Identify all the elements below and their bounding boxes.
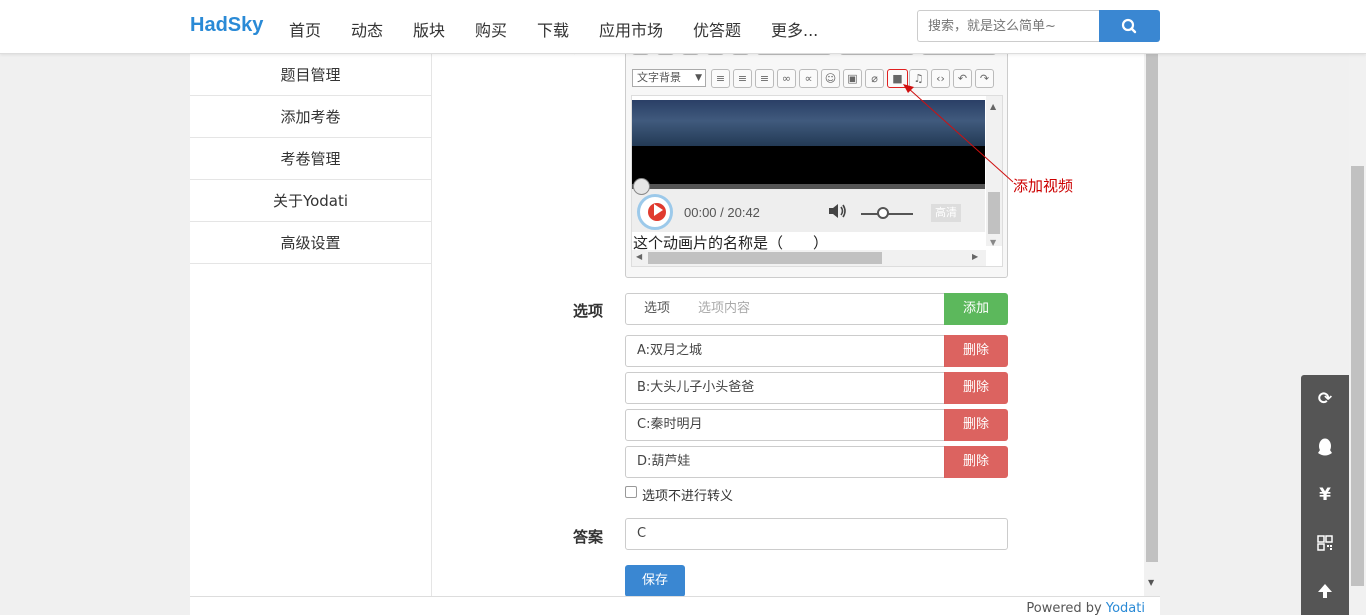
nav-yodati[interactable]: 优答题 — [693, 17, 741, 41]
footer: Powered by Yodati — [190, 596, 1160, 615]
annotation-label: 添加视频 — [1013, 177, 1074, 195]
back-to-top-icon[interactable] — [1301, 567, 1349, 615]
content-scroll-thumb[interactable] — [1146, 54, 1158, 562]
yen-icon[interactable]: ¥ — [1301, 471, 1349, 519]
floating-toolbar: ⟳ ¥ — [1301, 375, 1349, 615]
option-value[interactable]: B:大头儿子小头爸爸 — [625, 372, 945, 404]
footer-credit: Powered by Yodati — [1026, 601, 1145, 615]
option-row: C:秦时明月 删除 — [625, 409, 1008, 441]
option-value[interactable]: D:葫芦娃 — [625, 446, 945, 478]
scroll-down-icon[interactable]: ▼ — [1148, 578, 1154, 587]
search-icon — [1121, 18, 1137, 34]
footer-link[interactable]: Yodati — [1106, 601, 1145, 615]
top-navbar: HadSky 首页 动态 版块 购买 下载 应用市场 优答题 更多... — [0, 0, 1366, 54]
window-scroll-thumb[interactable] — [1351, 166, 1364, 586]
save-button[interactable]: 保存 — [625, 565, 685, 597]
option-value[interactable]: C:秦时明月 — [625, 409, 945, 441]
add-option-button[interactable]: 添加 — [944, 293, 1008, 325]
nav-boards[interactable]: 版块 — [413, 17, 445, 41]
refresh-icon[interactable]: ⟳ — [1301, 375, 1349, 423]
nav-activity[interactable]: 动态 — [351, 17, 383, 41]
nav-download[interactable]: 下载 — [537, 17, 569, 41]
no-escape-label: 选项不进行转义 — [642, 489, 734, 504]
answer-input[interactable]: C — [625, 518, 1008, 550]
brand-logo[interactable]: HadSky — [190, 14, 263, 37]
option-row: B:大头儿子小头爸爸 删除 — [625, 372, 1008, 404]
nav-app-market[interactable]: 应用市场 — [599, 17, 663, 41]
option-content-input[interactable]: 选项内容 — [688, 293, 945, 325]
nav-buy[interactable]: 购买 — [475, 17, 507, 41]
no-escape-checkbox[interactable] — [625, 486, 637, 498]
option-value[interactable]: A:双月之城 — [625, 335, 945, 367]
delete-option-button[interactable]: 删除 — [944, 409, 1008, 441]
qrcode-icon[interactable] — [1301, 519, 1349, 567]
option-row: A:双月之城 删除 — [625, 335, 1008, 367]
search-button[interactable] — [1099, 10, 1160, 42]
search-input[interactable] — [917, 10, 1100, 42]
qq-icon[interactable] — [1301, 423, 1349, 471]
delete-option-button[interactable]: 删除 — [944, 372, 1008, 404]
option-prefix-label: 选项 — [625, 293, 689, 325]
play-icon — [654, 204, 663, 216]
option-row: D:葫芦娃 删除 — [625, 446, 1008, 478]
delete-option-button[interactable]: 删除 — [944, 335, 1008, 367]
nav-more[interactable]: 更多... — [771, 17, 818, 41]
nav-home[interactable]: 首页 — [289, 17, 321, 41]
window-scrollbar[interactable] — [1349, 54, 1366, 615]
content-scrollbar[interactable]: ▼ — [1144, 54, 1160, 596]
delete-option-button[interactable]: 删除 — [944, 446, 1008, 478]
